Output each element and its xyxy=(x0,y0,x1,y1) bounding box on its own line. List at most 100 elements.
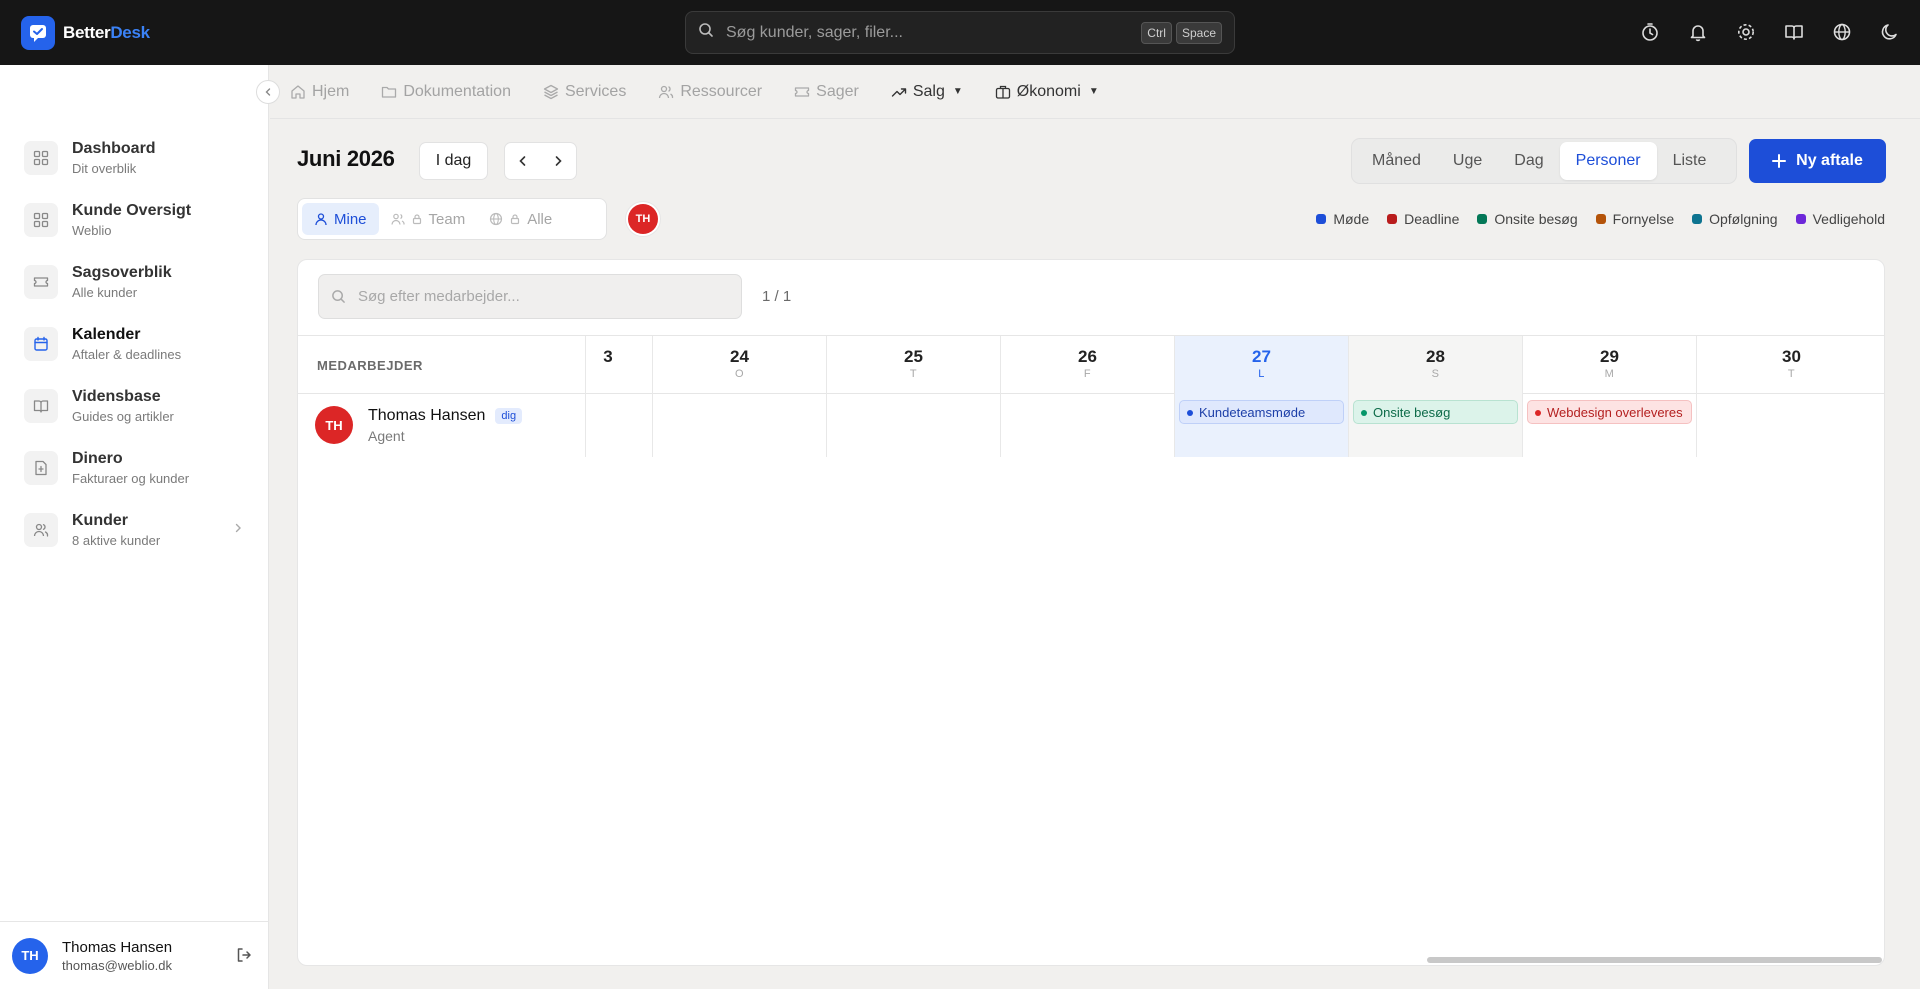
sidebar-collapse-button[interactable] xyxy=(256,80,280,104)
sidebar-item-kunde-oversigt[interactable]: Kunde Oversigt Weblio xyxy=(24,189,244,251)
date-navigation xyxy=(504,142,577,180)
avatar: TH xyxy=(315,406,353,444)
previous-button[interactable] xyxy=(505,143,541,179)
subnav-item-hjem[interactable]: Hjem xyxy=(290,83,349,101)
user-profile[interactable]: TH Thomas Hansen thomas@weblio.dk xyxy=(0,921,269,989)
dashboard-icon xyxy=(24,141,58,175)
today-button[interactable]: I dag xyxy=(419,142,488,180)
legend-item-fornyelse: Fornyelse xyxy=(1595,211,1674,227)
sidebar-item-subtitle: 8 aktive kunder xyxy=(72,533,161,548)
sidebar-item-dashboard[interactable]: Dashboard Dit overblik xyxy=(24,127,244,189)
lock-icon xyxy=(511,214,520,225)
day-cell[interactable] xyxy=(826,394,1000,457)
legend-item-onsite: Onsite besøg xyxy=(1477,211,1578,227)
view-switcher: Måned Uge Dag Personer Liste xyxy=(1351,138,1737,184)
lock-icon xyxy=(412,214,421,225)
day-cell[interactable]: Webdesign overleveres xyxy=(1522,394,1696,457)
briefcase-icon xyxy=(995,85,1010,99)
sidebar-nav: Dashboard Dit overblik Kunde Oversigt Webl… xyxy=(24,127,244,561)
ticket-icon xyxy=(794,86,810,97)
top-bar: BetterDesk Søg kunder, sager, filer... C… xyxy=(0,0,1920,65)
sidebar: Dashboard Dit overblik Kunde Oversigt Webl… xyxy=(0,65,269,989)
new-appointment-button[interactable]: Ny aftale xyxy=(1749,139,1886,183)
sidebar-item-sagsoverblik[interactable]: Sagsoverblik Alle kunder xyxy=(24,251,244,313)
app-logo[interactable]: BetterDesk xyxy=(21,16,150,50)
view-tab-liste[interactable]: Liste xyxy=(1657,142,1723,180)
legend-item-moede: Møde xyxy=(1316,211,1369,227)
legend-swatch xyxy=(1595,214,1606,224)
scope-tab-alle[interactable]: Alle xyxy=(477,203,564,235)
sidebar-item-dinero[interactable]: Dinero Fakturaer og kunder xyxy=(24,437,244,499)
sidebar-item-subtitle: Aftaler & deadlines xyxy=(72,347,182,362)
globe-icon[interactable] xyxy=(1830,20,1854,44)
day-cell[interactable] xyxy=(652,394,826,457)
scope-filter: Mine Team Alle xyxy=(297,198,607,240)
sidebar-item-subtitle: Fakturaer og kunder xyxy=(72,471,190,486)
sidebar-item-title: Kalender xyxy=(72,326,141,343)
scope-tab-mine[interactable]: Mine xyxy=(302,203,379,235)
user-name: Thomas Hansen xyxy=(62,938,173,956)
folder-icon xyxy=(382,86,397,98)
next-button[interactable] xyxy=(541,143,577,179)
sub-navigation: Hjem Dokumentation Services Ressourcer S… xyxy=(270,65,1920,119)
person-filter-avatar[interactable]: TH xyxy=(628,204,658,234)
logout-icon[interactable] xyxy=(235,946,253,969)
subnav-item-ressourcer[interactable]: Ressourcer xyxy=(658,83,762,101)
legend-item-deadline: Deadline xyxy=(1387,211,1459,227)
subnav-item-services[interactable]: Services xyxy=(543,83,626,101)
subnav-item-salg[interactable]: Salg ▼ xyxy=(891,83,963,101)
subnav-item-okonomi[interactable]: Økonomi ▼ xyxy=(995,83,1099,101)
event-webdesign-overleveres[interactable]: Webdesign overleveres xyxy=(1527,400,1692,424)
event-legend: Møde Deadline Onsite besøg Fornyelse Opf… xyxy=(1316,211,1885,227)
invoice-icon xyxy=(24,451,58,485)
sidebar-item-subtitle: Guides og artikler xyxy=(72,409,174,424)
view-tab-uge[interactable]: Uge xyxy=(1437,142,1498,180)
subnav-item-sager[interactable]: Sager xyxy=(794,83,859,101)
timer-icon[interactable] xyxy=(1638,20,1662,44)
logo-icon xyxy=(21,16,55,50)
employee-search-input[interactable]: Søg efter medarbejder... xyxy=(318,274,742,319)
day-header: 28 S xyxy=(1348,336,1522,394)
legend-item-opfoelgning: Opfølgning xyxy=(1692,211,1778,227)
day-header: 30 T xyxy=(1696,336,1884,394)
user-email: thomas@weblio.dk xyxy=(62,957,173,973)
legend-swatch xyxy=(1477,214,1488,224)
kbd-ctrl: Ctrl xyxy=(1141,21,1172,44)
day-cell[interactable]: Onsite besøg xyxy=(1348,394,1522,457)
sidebar-item-kunder[interactable]: Kunder 8 aktive kunder xyxy=(24,499,244,561)
employee-info[interactable]: TH Thomas Hansen dig Agent xyxy=(315,406,523,444)
employee-role: Agent xyxy=(368,427,405,444)
employee-search-placeholder: Søg efter medarbejder... xyxy=(358,288,520,305)
sidebar-item-vidensbase[interactable]: Vidensbase Guides og artikler xyxy=(24,375,244,437)
legend-swatch xyxy=(1316,214,1327,224)
moon-icon[interactable] xyxy=(1878,20,1902,44)
logo-text: BetterDesk xyxy=(63,23,150,42)
scope-tab-team[interactable]: Team xyxy=(379,203,478,235)
horizontal-scrollbar[interactable] xyxy=(298,957,1884,965)
new-appointment-label: Ny aftale xyxy=(1796,152,1863,169)
day-cell[interactable] xyxy=(1696,394,1884,457)
subnav-item-dokumentation[interactable]: Dokumentation xyxy=(381,83,511,101)
view-tab-dag[interactable]: Dag xyxy=(1498,142,1559,180)
day-header-partial: 3 xyxy=(585,336,652,394)
subnav-label: Ressourcer xyxy=(680,82,763,100)
scrollbar-thumb[interactable] xyxy=(1427,957,1882,963)
legend-swatch xyxy=(1387,214,1398,224)
global-search-input[interactable]: Søg kunder, sager, filer... Ctrl Space xyxy=(685,11,1235,54)
event-kundeteamsmoede[interactable]: Kundeteamsmøde xyxy=(1179,400,1344,424)
settings-icon[interactable] xyxy=(1734,20,1758,44)
book-icon[interactable] xyxy=(1782,20,1806,44)
bell-icon[interactable] xyxy=(1686,20,1710,44)
event-onsite-besoeg[interactable]: Onsite besøg xyxy=(1353,400,1518,424)
day-cell[interactable] xyxy=(1000,394,1174,457)
day-cell-today[interactable]: Kundeteamsmøde xyxy=(1174,394,1348,457)
day-cell[interactable] xyxy=(585,394,652,457)
subnav-label: Services xyxy=(564,82,627,100)
caret-down-icon: ▼ xyxy=(952,86,963,97)
sidebar-item-kalender[interactable]: Kalender Aftaler & deadlines xyxy=(24,313,244,375)
sidebar-item-title: Kunde Oversigt xyxy=(72,202,192,219)
view-tab-maaned[interactable]: Måned xyxy=(1356,142,1437,180)
view-tab-personer[interactable]: Personer xyxy=(1559,142,1657,180)
chevron-right-icon[interactable] xyxy=(232,521,244,539)
day-header: 26 F xyxy=(1000,336,1174,394)
